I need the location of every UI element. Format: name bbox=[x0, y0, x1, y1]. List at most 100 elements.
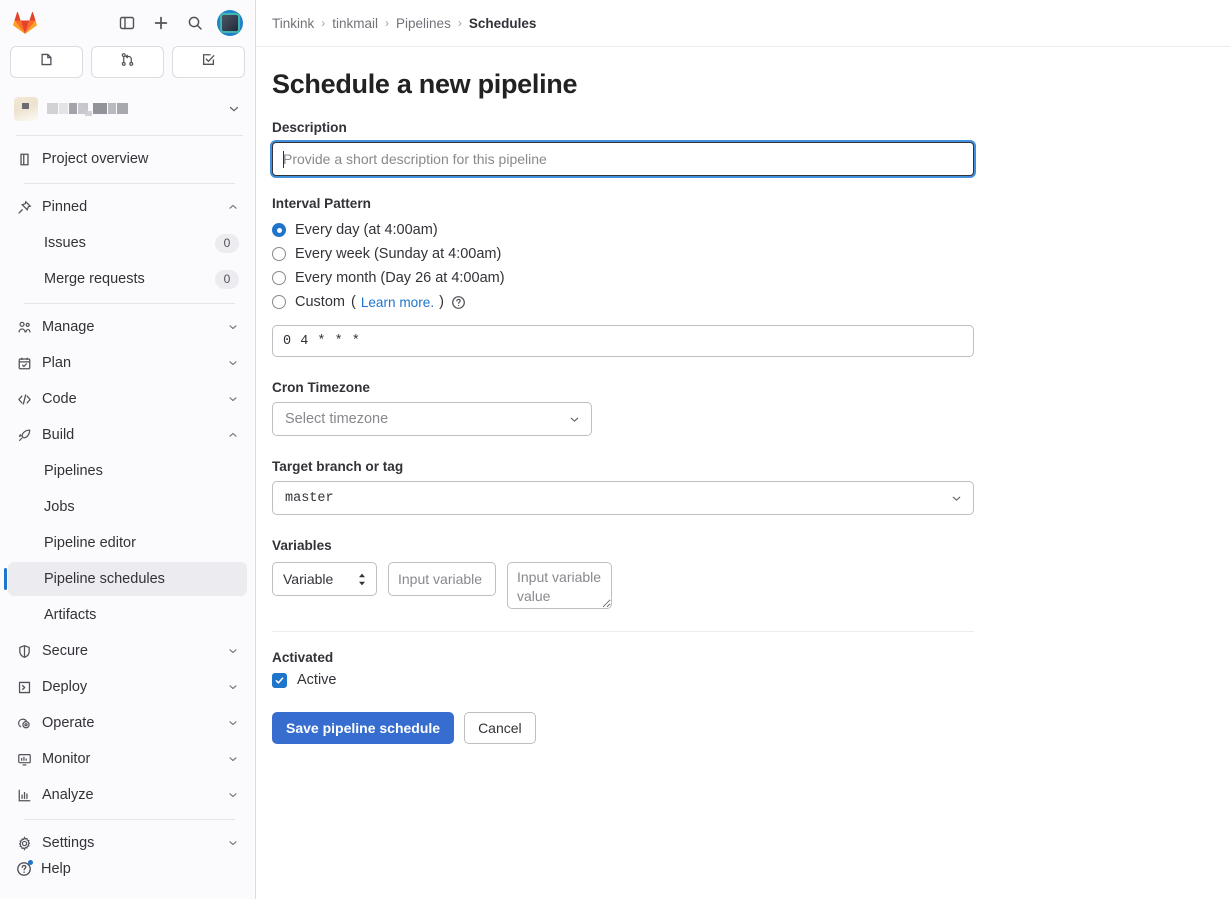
sidebar-item-issues[interactable]: Issues 0 bbox=[8, 226, 247, 260]
sidebar-item-label: Project overview bbox=[42, 151, 149, 167]
sidebar-section-label: Settings bbox=[42, 835, 95, 851]
description-field-wrapper bbox=[272, 142, 974, 176]
chevron-down-icon bbox=[227, 393, 239, 405]
merge-request-icon bbox=[120, 52, 135, 72]
sidebar-item-label: Jobs bbox=[44, 499, 75, 515]
help-label: Help bbox=[41, 861, 71, 877]
variable-key-input[interactable] bbox=[388, 562, 496, 596]
variables-label: Variables bbox=[272, 538, 332, 553]
search-icon[interactable] bbox=[180, 8, 210, 38]
sidebar-section-deploy[interactable]: Deploy bbox=[8, 670, 247, 704]
issues-shortcut-button[interactable] bbox=[10, 46, 83, 78]
sidebar-item-label: Pipeline editor bbox=[44, 535, 136, 551]
variable-value-textarea[interactable] bbox=[507, 562, 612, 609]
chevron-down-icon bbox=[227, 789, 239, 801]
learn-more-link[interactable]: Learn more. bbox=[361, 295, 434, 310]
sidebar-item-jobs[interactable]: Jobs bbox=[8, 490, 247, 524]
rocket-icon bbox=[16, 427, 32, 443]
sidebar-item-pipeline-schedules[interactable]: Pipeline schedules bbox=[4, 562, 247, 596]
chevron-down-icon bbox=[950, 482, 963, 514]
gitlab-logo-icon[interactable] bbox=[10, 8, 40, 38]
active-checkbox-row[interactable]: Active bbox=[272, 672, 1206, 688]
radio-label: Custom bbox=[295, 294, 345, 310]
sidebar-divider-top bbox=[16, 135, 243, 136]
variable-type-select[interactable]: Variable bbox=[272, 562, 377, 596]
radio-label: Every week (Sunday at 4:00am) bbox=[295, 246, 502, 262]
checkmark-icon bbox=[275, 676, 284, 684]
app-root: Project overview Pinned Issues 0 Merge r… bbox=[0, 0, 1230, 899]
active-checkbox-label: Active bbox=[297, 672, 337, 688]
toggle-sidebar-icon[interactable] bbox=[112, 8, 142, 38]
radio-label: Every day (at 4:00am) bbox=[295, 222, 438, 238]
main-content: Tinkink › tinkmail › Pipelines › Schedul… bbox=[256, 0, 1230, 899]
save-pipeline-schedule-button[interactable]: Save pipeline schedule bbox=[272, 712, 455, 744]
radio-every-day[interactable]: Every day (at 4:00am) bbox=[272, 218, 1206, 242]
breadcrumb-separator: › bbox=[457, 16, 462, 30]
new-item-icon[interactable] bbox=[146, 8, 176, 38]
sidebar-section-label: Secure bbox=[42, 643, 88, 659]
chevron-down-icon bbox=[227, 357, 239, 369]
paren-open: ( bbox=[350, 294, 356, 310]
sidebar-item-merge-requests[interactable]: Merge requests 0 bbox=[8, 262, 247, 296]
interval-pattern-label: Interval Pattern bbox=[272, 196, 371, 211]
cron-expression-input[interactable] bbox=[272, 325, 974, 357]
sidebar-section-build[interactable]: Build bbox=[8, 418, 247, 452]
code-icon bbox=[16, 391, 32, 407]
sidebar-section-label: Monitor bbox=[42, 751, 91, 767]
sidebar-section-secure[interactable]: Secure bbox=[8, 634, 247, 668]
radio-indicator bbox=[272, 295, 286, 309]
issues-count-badge: 0 bbox=[215, 233, 239, 253]
chevron-down-icon bbox=[568, 403, 581, 435]
breadcrumb-pipelines[interactable]: Pipelines bbox=[396, 16, 451, 31]
sidebar-quick-actions bbox=[0, 46, 255, 88]
radio-custom[interactable]: Custom ( Learn more. ) bbox=[272, 290, 1206, 314]
sidebar-item-project-overview[interactable]: Project overview bbox=[8, 142, 247, 176]
target-branch-select[interactable]: master bbox=[272, 481, 974, 515]
active-checkbox[interactable] bbox=[272, 672, 287, 688]
radio-every-week[interactable]: Every week (Sunday at 4:00am) bbox=[272, 242, 1206, 266]
variable-row: Variable bbox=[272, 562, 1206, 609]
sidebar-section-label: Pinned bbox=[42, 199, 88, 215]
sidebar-section-pinned[interactable]: Pinned bbox=[8, 190, 247, 224]
todo-check-icon bbox=[201, 52, 216, 72]
chevron-down-icon bbox=[227, 102, 241, 116]
merge-requests-shortcut-button[interactable] bbox=[91, 46, 164, 78]
sidebar-section-monitor[interactable]: Monitor bbox=[8, 742, 247, 776]
sidebar-item-pipeline-editor[interactable]: Pipeline editor bbox=[8, 526, 247, 560]
avatar[interactable] bbox=[217, 10, 243, 36]
sidebar-item-artifacts[interactable]: Artifacts bbox=[8, 598, 247, 632]
deploy-icon bbox=[16, 679, 32, 695]
sidebar-section-manage[interactable]: Manage bbox=[8, 310, 247, 344]
project-context-switcher[interactable] bbox=[8, 90, 247, 128]
form-actions: Save pipeline schedule Cancel bbox=[272, 712, 1206, 744]
radio-every-month[interactable]: Every month (Day 26 at 4:00am) bbox=[272, 266, 1206, 290]
cron-timezone-label: Cron Timezone bbox=[272, 380, 370, 395]
users-icon bbox=[16, 319, 32, 335]
help-button[interactable]: Help bbox=[8, 853, 247, 885]
sidebar-section-settings[interactable]: Settings bbox=[8, 826, 247, 853]
todos-shortcut-button[interactable] bbox=[172, 46, 245, 78]
project-avatar bbox=[14, 97, 38, 121]
sidebar-section-code[interactable]: Code bbox=[8, 382, 247, 416]
question-circle-icon[interactable] bbox=[451, 295, 466, 310]
chevron-down-icon bbox=[227, 837, 239, 849]
pin-icon bbox=[16, 199, 32, 215]
chevron-down-icon bbox=[227, 681, 239, 693]
breadcrumb-project[interactable]: tinkmail bbox=[332, 16, 378, 31]
activated-label: Activated bbox=[272, 650, 334, 665]
breadcrumb: Tinkink › tinkmail › Pipelines › Schedul… bbox=[256, 0, 1230, 47]
sidebar-section-plan[interactable]: Plan bbox=[8, 346, 247, 380]
sidebar-section-label: Analyze bbox=[42, 787, 94, 803]
sidebar-section-analyze[interactable]: Analyze bbox=[8, 778, 247, 812]
cron-timezone-select[interactable]: Select timezone bbox=[272, 402, 592, 436]
cancel-button[interactable]: Cancel bbox=[464, 712, 536, 744]
cron-timezone-value: Select timezone bbox=[285, 411, 389, 427]
sidebar-section-operate[interactable]: Operate bbox=[8, 706, 247, 740]
description-input[interactable] bbox=[272, 142, 974, 176]
sidebar-item-pipelines[interactable]: Pipelines bbox=[8, 454, 247, 488]
sidebar: Project overview Pinned Issues 0 Merge r… bbox=[0, 0, 256, 899]
breadcrumb-group[interactable]: Tinkink bbox=[272, 16, 314, 31]
